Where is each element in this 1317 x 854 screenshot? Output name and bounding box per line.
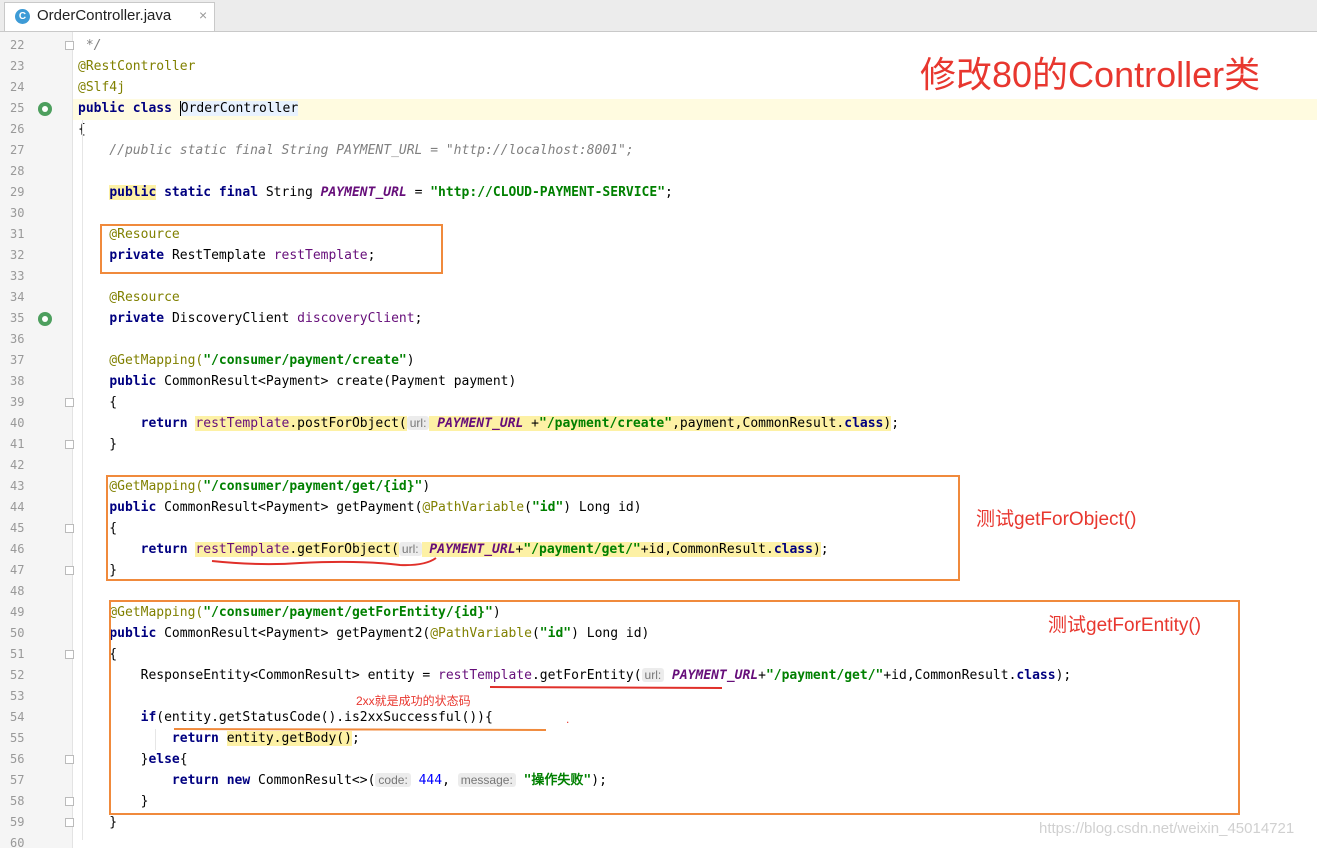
getforentity-underline (489, 686, 723, 689)
annotation-underlines (173, 557, 723, 731)
getforobject-underline (211, 557, 437, 567)
status-code-underline (173, 728, 547, 731)
watermark: https://blog.csdn.net/weixin_45014721 (1039, 820, 1295, 837)
